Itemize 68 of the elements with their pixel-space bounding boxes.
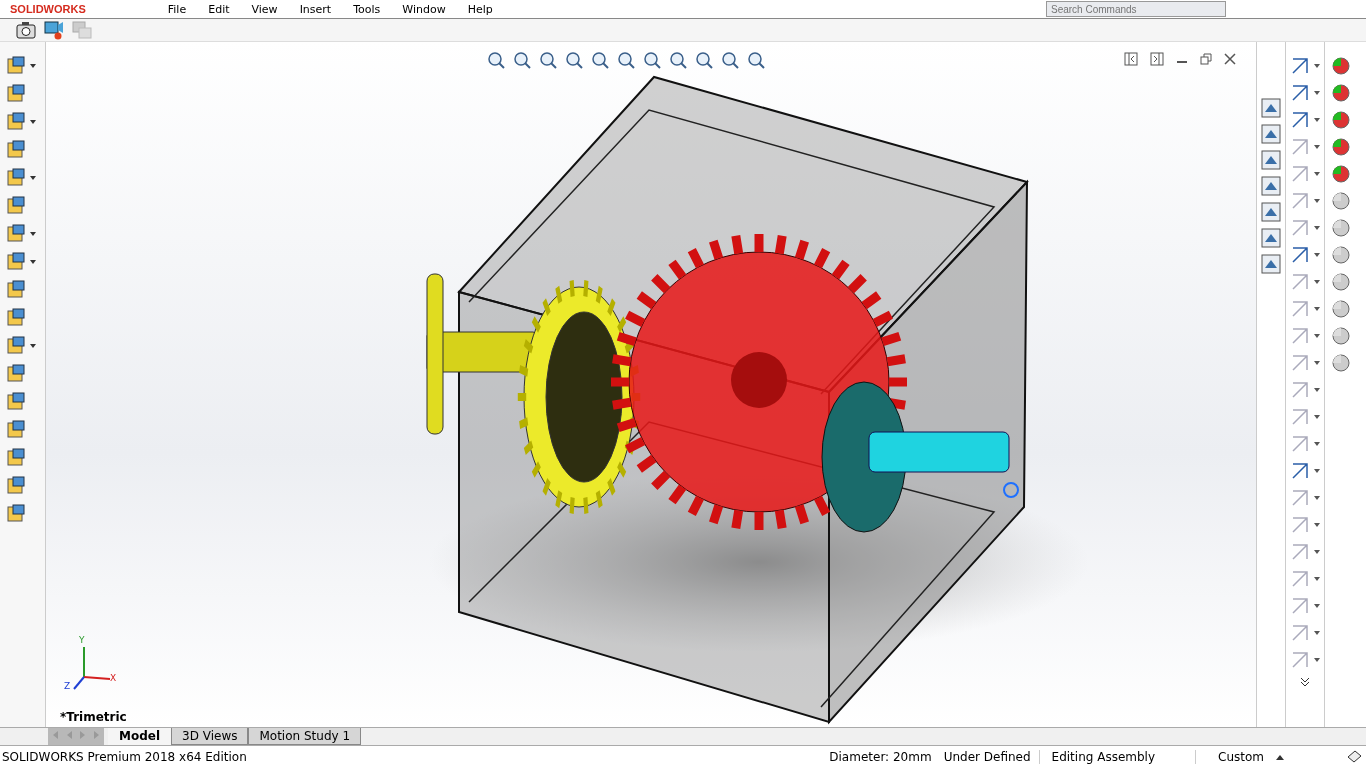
graphics-area[interactable]: Y X Z *Trimetric bbox=[46, 42, 1256, 727]
dropdown-caret-icon[interactable] bbox=[1314, 307, 1320, 311]
menu-item[interactable]: Tools bbox=[353, 2, 381, 16]
dropdown-caret-icon[interactable] bbox=[1314, 199, 1320, 203]
dropdown-caret-icon[interactable] bbox=[1314, 658, 1320, 662]
units-selector[interactable]: Custom bbox=[1218, 750, 1264, 764]
sphere-icon[interactable] bbox=[1331, 272, 1351, 292]
dropdown-caret-icon[interactable] bbox=[1314, 415, 1320, 419]
dropdown-caret-icon[interactable] bbox=[1314, 64, 1320, 68]
mode-status: Editing Assembly bbox=[1051, 750, 1196, 764]
dropdown-caret-icon[interactable] bbox=[1314, 145, 1320, 149]
dropdown-caret-icon[interactable] bbox=[30, 260, 36, 264]
menu-item[interactable]: Insert bbox=[299, 2, 332, 16]
feedback-icon[interactable] bbox=[1346, 750, 1362, 764]
dropdown-caret-icon[interactable] bbox=[30, 64, 36, 68]
dropdown-caret-icon[interactable] bbox=[1314, 631, 1320, 635]
view-orientation-label: *Trimetric bbox=[60, 710, 127, 724]
menu-item[interactable]: File bbox=[167, 2, 187, 16]
z-axis-label: Z bbox=[64, 681, 71, 691]
dropdown-caret-icon[interactable] bbox=[1314, 334, 1320, 338]
camera-icon[interactable] bbox=[16, 21, 36, 39]
close-icon[interactable] bbox=[1224, 53, 1236, 65]
restore-icon[interactable] bbox=[1200, 53, 1212, 65]
definition-status: Under Defined bbox=[943, 750, 1040, 764]
zoom-area-icon[interactable] bbox=[512, 50, 532, 70]
dropdown-caret-icon[interactable] bbox=[1314, 577, 1320, 581]
y-axis-label: Y bbox=[79, 635, 85, 645]
tab[interactable]: Motion Study 1 bbox=[248, 728, 362, 745]
dropdown-caret-icon[interactable] bbox=[1314, 442, 1320, 446]
measurement-text: Diameter: 20mm bbox=[829, 750, 932, 764]
sphere-icon[interactable] bbox=[1331, 353, 1351, 373]
dropdown-caret-icon[interactable] bbox=[30, 344, 36, 348]
dropdown-caret-icon[interactable] bbox=[1314, 496, 1320, 500]
dropdown-caret-icon[interactable] bbox=[30, 176, 36, 180]
dropdown-caret-icon[interactable] bbox=[1314, 226, 1320, 230]
dropdown-caret-icon[interactable] bbox=[30, 232, 36, 236]
caret-up-icon[interactable] bbox=[1276, 754, 1284, 760]
dropdown-caret-icon[interactable] bbox=[1314, 91, 1320, 95]
dropdown-caret-icon[interactable] bbox=[1314, 469, 1320, 473]
dropdown-caret-icon[interactable] bbox=[1314, 388, 1320, 392]
tile-right-icon[interactable] bbox=[1150, 52, 1164, 66]
tab[interactable]: Model bbox=[108, 728, 172, 745]
dropdown-caret-icon[interactable] bbox=[1314, 604, 1320, 608]
menu-item[interactable]: Edit bbox=[208, 2, 230, 16]
search-field[interactable]: Search Commands bbox=[1046, 1, 1226, 17]
tile-left-icon[interactable] bbox=[1124, 52, 1138, 66]
dropdown-caret-icon[interactable] bbox=[1314, 361, 1320, 365]
product-name: SOLIDWORKS Premium 2018 x64 Edition bbox=[2, 750, 247, 764]
x-axis-label: X bbox=[110, 673, 117, 683]
zoom-to-fit-icon[interactable] bbox=[486, 50, 506, 70]
dropdown-caret-icon[interactable] bbox=[1314, 550, 1320, 554]
sphere-icon[interactable] bbox=[1331, 326, 1351, 346]
dropdown-caret-icon[interactable] bbox=[1314, 118, 1320, 122]
dropdown-caret-icon[interactable] bbox=[1314, 172, 1320, 176]
video-camera-icon[interactable] bbox=[44, 20, 64, 40]
expand-more-icon[interactable] bbox=[1300, 677, 1310, 687]
dropdown-caret-icon[interactable] bbox=[1314, 253, 1320, 257]
app-logo: SOLIDWORKS bbox=[10, 3, 86, 15]
gearbox-assembly-drawing[interactable] bbox=[426, 75, 1029, 725]
sphere-icon[interactable] bbox=[1331, 299, 1351, 319]
sphere-icon[interactable] bbox=[1331, 245, 1351, 265]
tab[interactable]: 3D Views bbox=[171, 728, 249, 745]
dropdown-caret-icon[interactable] bbox=[1314, 280, 1320, 284]
menu-item[interactable]: Help bbox=[467, 2, 493, 16]
menu-item[interactable]: Window bbox=[402, 2, 446, 16]
dropdown-caret-icon[interactable] bbox=[1314, 523, 1320, 527]
menu-item[interactable]: View bbox=[251, 2, 278, 16]
dropdown-caret-icon[interactable] bbox=[30, 120, 36, 124]
